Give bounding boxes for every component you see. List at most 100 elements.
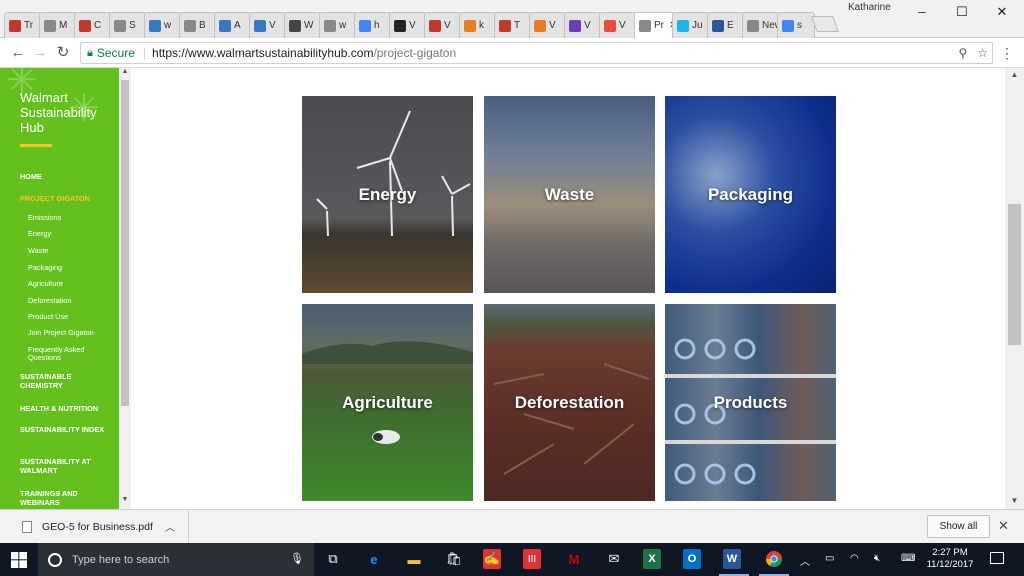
back-button[interactable]: ← — [8, 43, 28, 63]
tile-energy[interactable]: Energy — [302, 96, 473, 293]
app-red-icon[interactable]: III — [523, 549, 541, 569]
sidebar-scrollbar[interactable]: ▲ ▼ — [119, 68, 131, 509]
edge-icon[interactable]: e — [363, 549, 385, 569]
site-logo[interactable]: Walmart Sustainability Hub — [20, 90, 97, 135]
sidebar-item-project-gigaton[interactable]: PROJECT GIGATON — [20, 194, 110, 203]
browser-tab[interactable]: s — [777, 12, 815, 38]
sidebar-scroll-thumb[interactable] — [121, 80, 129, 406]
tray-chevron-up-icon[interactable]: ︿ — [800, 553, 810, 568]
outlook-icon[interactable]: O — [683, 549, 701, 569]
browser-tab[interactable]: V — [599, 12, 637, 38]
sidebar-item-agriculture[interactable]: Agriculture — [28, 280, 114, 288]
sidebar-item-deforestation[interactable]: Deforestation — [28, 297, 114, 305]
minimize-button[interactable]: – — [902, 4, 942, 20]
browser-tab[interactable]: V — [564, 12, 602, 38]
clock-date: 11/12/2017 — [926, 559, 974, 570]
browser-tab[interactable]: E — [707, 12, 745, 38]
browser-tab[interactable]: B — [179, 12, 217, 38]
store-icon[interactable]: 🛍︎ — [443, 549, 465, 569]
keyboard-icon[interactable]: ⌨ — [901, 553, 915, 564]
cortana-icon — [48, 552, 62, 567]
file-explorer-icon[interactable]: ▬ — [403, 549, 425, 569]
new-tab-button[interactable] — [811, 16, 839, 32]
mcafee-icon[interactable]: M — [563, 549, 585, 569]
close-download-bar-icon[interactable]: ✕ — [998, 518, 1009, 534]
browser-tab[interactable]: h — [354, 12, 392, 38]
scroll-up-arrow-icon[interactable]: ▲ — [1005, 70, 1024, 79]
scroll-up-arrow-icon[interactable]: ▲ — [119, 68, 131, 75]
browser-tab[interactable]: C — [74, 12, 112, 38]
sidebar-item-home[interactable]: HOME — [20, 172, 110, 181]
forward-button[interactable]: → — [30, 43, 50, 63]
sidebar-item-frequently-asked-questions[interactable]: Frequently Asked Questions — [28, 346, 114, 362]
page-scrollbar[interactable]: ▲ ▼ — [1005, 68, 1024, 509]
tile-agriculture[interactable]: Agriculture — [302, 304, 473, 501]
wifi-icon[interactable]: ◠ — [850, 553, 859, 564]
sidebar-item-packaging[interactable]: Packaging — [28, 264, 114, 272]
browser-tab[interactable]: Ju — [672, 12, 710, 38]
volume-muted-icon[interactable]: 🔇︎ — [874, 553, 880, 564]
browser-tab[interactable]: S — [109, 12, 147, 38]
browser-tab[interactable]: V — [389, 12, 427, 38]
download-item[interactable]: GEO-5 for Business.pdf ︿ — [0, 510, 189, 544]
browser-tab[interactable]: k — [459, 12, 497, 38]
tile-deforestation[interactable]: Deforestation — [484, 304, 655, 501]
chrome-icon[interactable] — [763, 549, 785, 569]
action-center-icon[interactable] — [990, 552, 1004, 564]
tab-label: V — [549, 20, 556, 31]
chevron-up-icon[interactable]: ︿ — [165, 519, 175, 534]
generic-page-icon — [79, 19, 91, 32]
tab-label: A — [234, 20, 241, 31]
word-icon[interactable]: W — [723, 549, 741, 569]
browser-tab[interactable]: V — [249, 12, 287, 38]
browser-tab[interactable]: A — [214, 12, 252, 38]
tile-products[interactable]: Products — [665, 304, 836, 501]
profile-name[interactable]: Katharine — [848, 2, 891, 13]
logo-line: Walmart — [20, 90, 68, 105]
task-view-icon[interactable]: ⧉ — [322, 549, 344, 569]
tile-packaging[interactable]: Packaging — [665, 96, 836, 293]
tile-waste[interactable]: Waste — [484, 96, 655, 293]
battery-icon[interactable]: ▭ — [825, 553, 834, 564]
sidebar-item-join-project-gigaton[interactable]: Join Project Gigaton — [28, 329, 114, 337]
browser-tab[interactable]: w — [144, 12, 182, 38]
mail-icon[interactable]: ✉ — [603, 549, 625, 569]
page-scroll-thumb[interactable] — [1008, 204, 1021, 345]
browser-tab[interactable]: V — [424, 12, 462, 38]
clock[interactable]: 2:27 PM 11/12/2017 — [925, 547, 975, 571]
sidebar-item-emissions[interactable]: Emissions — [28, 214, 114, 222]
sidebar-item-energy[interactable]: Energy — [28, 230, 114, 238]
bookmark-star-icon[interactable]: ☆ — [977, 46, 988, 60]
sidebar-item-product-use[interactable]: Product Use — [28, 313, 114, 321]
sidebar-item-waste[interactable]: Waste — [28, 247, 114, 255]
show-all-button[interactable]: Show all — [927, 515, 990, 538]
browser-tab[interactable]: V — [529, 12, 567, 38]
wsj-icon — [394, 19, 406, 32]
excel-icon[interactable]: X — [643, 549, 661, 569]
sidebar-item-sustainable-chemistry[interactable]: SUSTAINABLE CHEMISTRY — [20, 372, 110, 390]
browser-menu-icon[interactable]: ⋮ — [1000, 45, 1014, 62]
sidebar-item-sustainability-at-walmart[interactable]: SUSTAINABILITY AT WALMART — [20, 457, 110, 475]
sidebar-item-sustainability-index[interactable]: SUSTAINABILITY INDEX — [20, 425, 110, 434]
browser-tab[interactable]: W — [284, 12, 322, 38]
taskbar-search[interactable]: Type here to search 🎙︎ — [38, 543, 314, 576]
close-window-button[interactable]: ✕ — [982, 4, 1022, 20]
browser-tab[interactable]: w — [319, 12, 357, 38]
zoom-icon[interactable]: ⚲ — [958, 46, 967, 60]
sidebar-item-health-nutrition[interactable]: HEALTH & NUTRITION — [20, 404, 110, 413]
generic-page-icon — [324, 19, 336, 32]
tab-active[interactable]: Pr✕ — [634, 12, 676, 38]
browser-tab[interactable]: M — [39, 12, 77, 38]
scroll-down-arrow-icon[interactable]: ▼ — [1005, 496, 1024, 505]
reload-button[interactable]: ↻ — [53, 43, 73, 63]
sidebar-item-trainings-and-webinars[interactable]: TRAININGS AND WEBINARS — [20, 489, 110, 507]
browser-tab[interactable]: New — [742, 12, 780, 38]
maximize-button[interactable]: ☐ — [942, 4, 982, 20]
pdf-reader-icon[interactable]: ✍ — [483, 549, 501, 569]
scroll-down-arrow-icon[interactable]: ▼ — [119, 496, 131, 503]
browser-tab[interactable]: Tr — [4, 12, 42, 38]
microphone-icon[interactable]: 🎙︎ — [290, 552, 304, 565]
start-button[interactable] — [0, 543, 38, 576]
browser-tab[interactable]: T — [494, 12, 532, 38]
address-bar[interactable]: 🔒︎ Secure | https://www.walmartsustainab… — [80, 42, 993, 64]
